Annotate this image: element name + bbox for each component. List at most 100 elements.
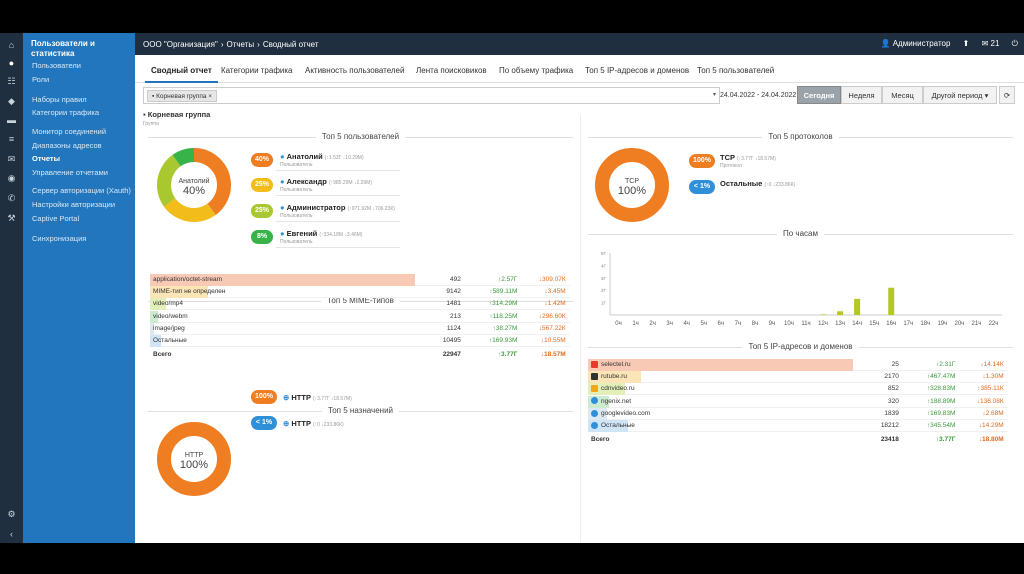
sidebar-item-7[interactable]: Управление отчетами xyxy=(32,168,108,177)
sidebar-item-10[interactable]: Captive Portal xyxy=(32,214,79,223)
row-count: 2170 xyxy=(884,373,899,381)
sidebar-item-9[interactable]: Настройки авторизации xyxy=(32,200,115,209)
other-icon xyxy=(591,421,598,429)
wrench-icon[interactable]: ⚒ xyxy=(0,211,23,225)
table-row[interactable]: ngenix.net 320 ↑188.89М ↓136.08К xyxy=(588,395,1008,408)
chip-close-icon[interactable]: × xyxy=(208,93,212,100)
location-icon[interactable]: ◉ xyxy=(0,171,23,185)
period-custom-button[interactable]: Другой период ▾ xyxy=(923,86,997,104)
app-window: ⌂ ● ☷ ◆ ▬ ≡ ✉ ◉ ✆ ⚒ ⚙ ‹ Пользователи и статистика П… xyxy=(0,33,1024,543)
hour-bar[interactable] xyxy=(837,311,844,315)
user-traffic: (↑1.53Г ↓10.29М) xyxy=(324,155,364,161)
table-row[interactable]: selectel.ru 25 ↑2.31Г ↓14.14К xyxy=(588,359,1008,371)
table-row[interactable]: image/jpeg 1124 ↑38.27М ↓567.22К xyxy=(150,322,570,335)
hour-bar[interactable] xyxy=(854,298,861,315)
home-icon[interactable]: ⌂ xyxy=(0,38,23,52)
user-menu[interactable]: 👤 Администратор xyxy=(871,39,951,48)
network-icon[interactable]: ☷ xyxy=(0,74,23,88)
sidebar-item-5[interactable]: Диапазоны адресов xyxy=(32,141,102,150)
sidebar-item-8[interactable]: Сервер авторизации (Xauth) xyxy=(32,186,131,195)
mail-icon[interactable]: ✉ xyxy=(0,152,23,166)
user-role: Пользователь xyxy=(280,187,313,193)
gear-icon[interactable]: ⚙ xyxy=(0,507,23,521)
arrow-left-icon[interactable]: ‹ xyxy=(0,527,23,541)
upload-icon[interactable]: ⬆ xyxy=(963,39,970,48)
rutube-icon xyxy=(591,372,598,380)
row-up: ↑169.83М xyxy=(926,409,956,417)
tab-2[interactable]: Активность пользователей xyxy=(305,66,404,75)
power-icon[interactable]: ⏻ xyxy=(1012,39,1018,48)
user-row[interactable]: ● Администратор (↑971.92М ↓706.23К) xyxy=(280,203,395,212)
row-count: 1839 xyxy=(884,409,899,417)
user-row[interactable]: ● Евгений (↑334.18М ↓3.46М) xyxy=(280,229,362,238)
table-row[interactable]: rutube.ru 2170 ↑467.47М ↓1.30М xyxy=(588,371,1008,384)
selectel-icon xyxy=(591,360,598,368)
shield-icon[interactable]: ◆ xyxy=(0,94,23,108)
row-count: 852 xyxy=(888,385,899,393)
hour-bar[interactable] xyxy=(820,314,827,315)
user-icon[interactable]: ● xyxy=(0,56,23,70)
breadcrumb-org[interactable]: ООО "Организация" xyxy=(143,40,218,49)
table-row[interactable]: Остальные 18212 ↑345.54М ↓14.29М xyxy=(588,420,1008,432)
cdnvideo-icon xyxy=(591,385,598,393)
row-label-text: cdnvideo.ru xyxy=(601,385,635,393)
row-divider xyxy=(276,195,400,196)
destination-row[interactable]: ⊕ HTTP (↑3.77Г ↓18.57М) xyxy=(283,393,352,402)
protocols-title: Топ 5 протоколов xyxy=(588,132,1013,141)
messages-button[interactable]: ✉ 21 xyxy=(982,39,1000,48)
y-tick-label: 4Г xyxy=(601,263,607,268)
breadcrumb-reports[interactable]: Отчеты xyxy=(227,40,255,49)
row-up: ↑2.31Г xyxy=(935,361,956,368)
sidebar-item-2[interactable]: Наборы правил xyxy=(32,95,87,104)
row-label: video/webm xyxy=(153,312,188,320)
sidebar-item-3[interactable]: Категории трафика xyxy=(32,108,99,117)
phone-icon[interactable]: ✆ xyxy=(0,191,23,205)
group-name: ▪ Корневая группа xyxy=(143,110,210,119)
filter-chip[interactable]: ▪ Корневая группа × xyxy=(147,90,218,102)
period-month-button[interactable]: Месяц xyxy=(882,86,923,104)
chevron-down-icon[interactable]: ▾ xyxy=(713,91,716,98)
table-row[interactable]: video/mp4 1481 ↑314.29М ↓1.42М xyxy=(150,298,570,311)
protocol-row[interactable]: TCP (↑3.77Г ↓18.57М) xyxy=(720,153,776,162)
tab-5[interactable]: Топ 5 IP-адресов и доменов xyxy=(585,66,689,75)
refresh-button[interactable]: ⟳ xyxy=(999,86,1015,104)
hour-bar[interactable] xyxy=(888,287,895,315)
protocol-row[interactable]: Остальные (↑0 ↓233.86К) xyxy=(720,179,795,188)
table-row[interactable]: cdnvideo.ru 852 ↑328.83М ↓385.11К xyxy=(588,383,1008,396)
sidebar-item-4[interactable]: Монитор соединений xyxy=(32,127,106,136)
total-count: 22947 xyxy=(442,351,461,359)
tab-0[interactable]: Сводный отчет xyxy=(145,66,218,83)
destination-row[interactable]: ⊕ HTTP (↑0 ↓233.86К) xyxy=(283,419,344,428)
table-row[interactable]: googlevideo.com 1839 ↑169.83М ↓2.68М xyxy=(588,407,1008,420)
table-row[interactable]: application/octet-stream 492 ↑2.57Г ↓309.07… xyxy=(150,274,570,286)
group-filter[interactable]: ▪ Корневая группа × ▾ xyxy=(143,87,720,104)
period-today-button[interactable]: Сегодня xyxy=(797,86,841,104)
sidebar-item-11[interactable]: Синхронизация xyxy=(32,234,86,243)
filter-chip-label: Корневая группа xyxy=(156,93,207,100)
table-row[interactable]: MIME-тип не определен 9142 ↑589.11М ↓3.45М xyxy=(150,286,570,299)
row-up: ↑467.47М xyxy=(926,373,956,381)
donut-center-name: TCP xyxy=(625,178,639,185)
tab-3[interactable]: Лента поисковиков xyxy=(416,66,487,75)
list-icon[interactable]: ≡ xyxy=(0,132,23,146)
table-row[interactable]: video/webm 213 ↑118.25М ↓296.60К xyxy=(150,310,570,323)
folder-icon[interactable]: ▬ xyxy=(0,113,23,127)
table-row[interactable]: Остальные 10495 ↑169.93М ↓10.55М xyxy=(150,335,570,347)
destination-pct-badge: 100% xyxy=(251,390,277,404)
row-down: ↓3.45М xyxy=(544,288,566,296)
user-row[interactable]: ● Александр (↑985.29М ↓2.29М) xyxy=(280,177,372,186)
tab-4[interactable]: По объему трафика xyxy=(499,66,573,75)
x-tick-label: 1ч xyxy=(632,321,638,327)
row-up: ↑589.11М xyxy=(489,288,518,296)
tab-6[interactable]: Топ 5 пользователей xyxy=(697,66,774,75)
protocol-traffic: (↑3.77Г ↓18.57М) xyxy=(736,156,776,162)
user-icon: ● xyxy=(280,177,285,186)
period-week-button[interactable]: Неделя xyxy=(841,86,882,104)
sidebar-item-6[interactable]: Отчеты xyxy=(32,154,60,163)
sidebar-item-1[interactable]: Роли xyxy=(32,75,49,84)
user-row[interactable]: ● Анатолий (↑1.53Г ↓10.29М) xyxy=(280,152,364,161)
user-traffic: (↑971.92М ↓706.23К) xyxy=(347,206,395,212)
tab-1[interactable]: Категории трафика xyxy=(221,66,293,75)
sidebar-item-0[interactable]: Пользователи xyxy=(32,61,81,70)
donut-center-pct: 100% xyxy=(618,185,646,197)
